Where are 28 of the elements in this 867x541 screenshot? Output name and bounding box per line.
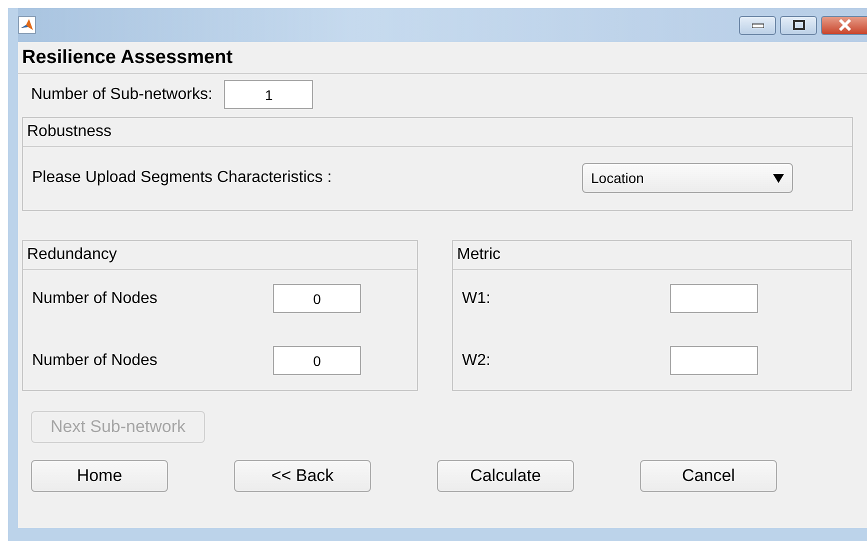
- text-field[interactable]: [670, 346, 758, 375]
- action-button[interactable]: Calculate: [437, 460, 574, 492]
- field-label: Number of Nodes: [32, 290, 158, 308]
- field-label: W2:: [462, 352, 492, 370]
- minimize-icon: [752, 22, 764, 28]
- field-label: Please Upload Segments Characteristics :: [32, 169, 332, 187]
- close-icon: [838, 19, 852, 31]
- text-field[interactable]: 1: [224, 80, 314, 109]
- dropdown[interactable]: Location: [582, 163, 793, 193]
- field-label: Number of Nodes: [32, 352, 158, 370]
- text-field[interactable]: 0: [273, 346, 361, 375]
- panel-title: Redundancy: [23, 241, 417, 270]
- panel-title: Metric: [453, 241, 851, 270]
- action-button[interactable]: Cancel: [640, 460, 777, 492]
- action-button[interactable]: << Back: [234, 460, 371, 492]
- text-field[interactable]: [670, 284, 758, 313]
- app-logo-icon: [18, 16, 36, 34]
- action-button[interactable]: Home: [31, 460, 168, 492]
- dropdown-arrow-icon: [773, 174, 784, 182]
- text-field[interactable]: 0: [273, 284, 361, 313]
- panel-title: Robustness: [23, 118, 852, 147]
- minimize-button[interactable]: [739, 16, 776, 34]
- maximize-icon: [792, 20, 804, 30]
- field-label: W1:: [462, 290, 492, 308]
- field-label: Number of Sub-networks:: [31, 86, 212, 104]
- window-heading: Resilience Assessment: [18, 42, 867, 74]
- close-button[interactable]: [821, 16, 867, 34]
- maximize-button[interactable]: [780, 16, 817, 34]
